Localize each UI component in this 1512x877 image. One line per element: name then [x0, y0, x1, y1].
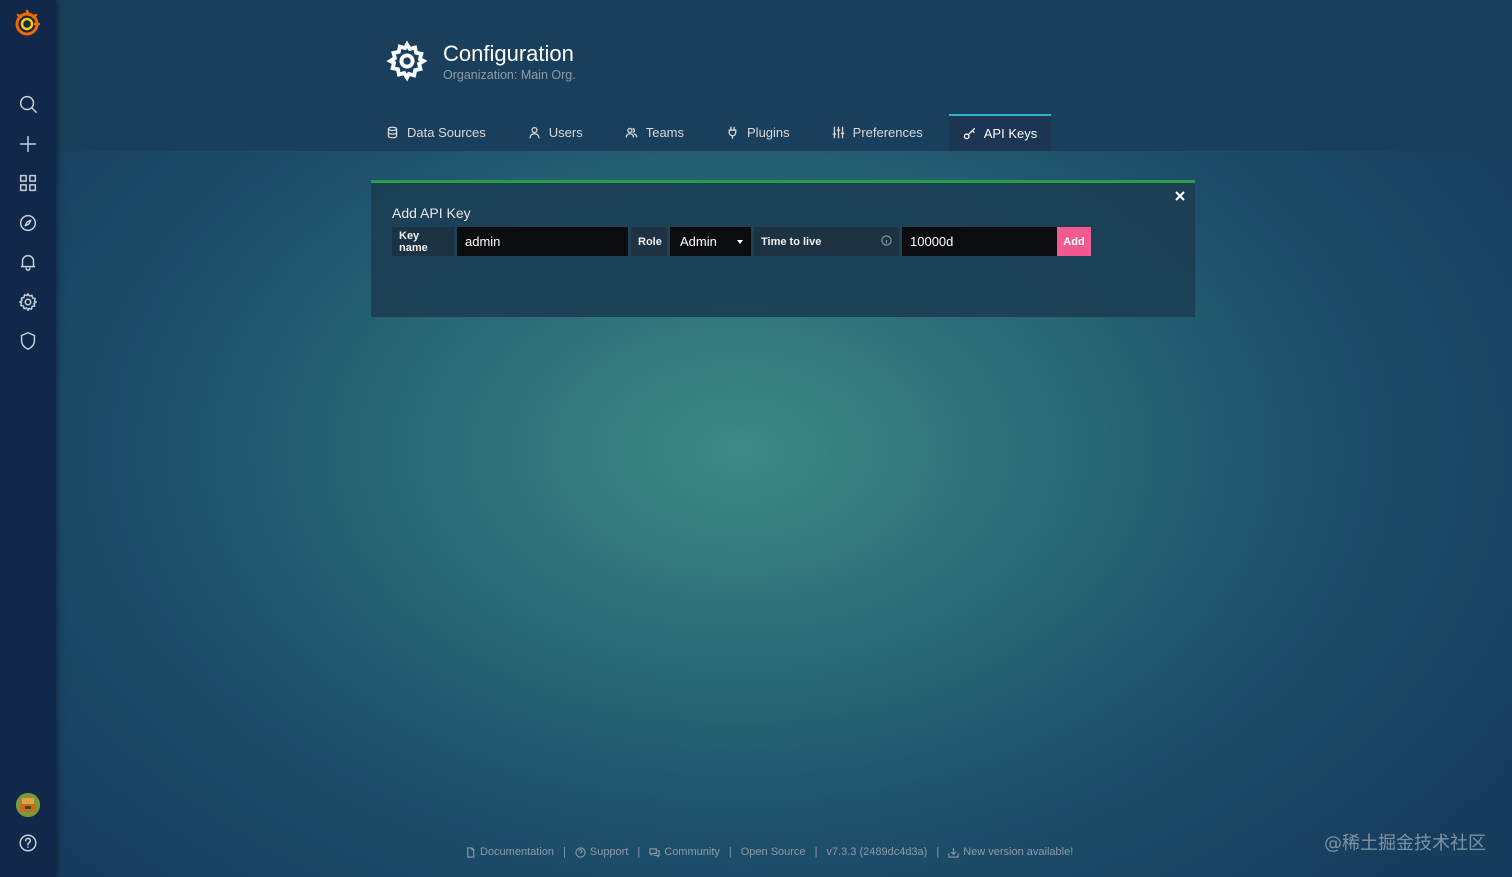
- tab-data-sources[interactable]: Data Sources: [370, 114, 502, 151]
- footer-separator: |: [814, 846, 818, 858]
- tab-users[interactable]: Users: [512, 114, 599, 151]
- gear-icon[interactable]: [14, 288, 42, 316]
- footer-support-link[interactable]: Support: [575, 846, 629, 858]
- plug-icon: [728, 126, 737, 139]
- footer: Documentation | Support | Community | Op…: [465, 846, 1073, 858]
- footer-new-version-link[interactable]: New version available!: [948, 846, 1073, 858]
- role-selected-value: Admin: [680, 234, 717, 249]
- add-api-key-panel: Add API Key Key name admin Role Admin Ti…: [371, 180, 1195, 317]
- tab-label: Teams: [645, 125, 685, 140]
- footer-label: Open Source: [740, 846, 806, 858]
- footer-community-link[interactable]: Community: [649, 846, 720, 858]
- download-icon: [948, 847, 959, 858]
- search-icon[interactable]: [14, 90, 42, 118]
- page-subtitle: Organization: Main Org.: [443, 68, 576, 82]
- watermark: @稀土掘金技术社区: [1324, 833, 1486, 854]
- add-button[interactable]: Add: [1057, 227, 1091, 256]
- info-icon[interactable]: [881, 234, 892, 249]
- avatar[interactable]: [16, 793, 40, 817]
- bell-icon[interactable]: [14, 248, 42, 276]
- tab-label: API Keys: [983, 126, 1038, 141]
- tab-label: Data Sources: [407, 125, 486, 140]
- ttl-label-box: Time to live: [754, 227, 899, 256]
- plus-icon[interactable]: [14, 130, 42, 158]
- footer-separator: |: [637, 846, 641, 858]
- panel-title: Add API Key: [392, 205, 471, 221]
- configuration-gear-icon: [386, 40, 428, 82]
- footer-open-source-link[interactable]: Open Source: [741, 846, 806, 858]
- key-name-label: Key name: [392, 227, 454, 256]
- users-icon: [625, 127, 638, 138]
- config-tabs: Data Sources Users Teams Plugins Prefere…: [370, 114, 1061, 151]
- footer-label: Support: [589, 846, 629, 858]
- tab-api-keys[interactable]: API Keys: [948, 114, 1052, 151]
- caret-down-icon: [737, 239, 743, 244]
- dashboards-icon[interactable]: [14, 169, 42, 197]
- sliders-icon: [832, 126, 845, 139]
- help-icon[interactable]: [14, 829, 42, 857]
- tab-preferences[interactable]: Preferences: [816, 114, 939, 151]
- grafana-logo-icon[interactable]: [12, 8, 42, 38]
- tab-label: Users: [548, 125, 583, 140]
- tab-teams[interactable]: Teams: [609, 114, 700, 151]
- footer-version: v7.3.3 (2489dc4d3a): [826, 846, 927, 858]
- question-circle-icon: [575, 846, 586, 858]
- footer-label: Documentation: [480, 846, 554, 858]
- role-label: Role: [631, 227, 667, 256]
- footer-documentation-link[interactable]: Documentation: [465, 846, 554, 858]
- page-title: Configuration: [443, 41, 574, 66]
- tab-plugins[interactable]: Plugins: [710, 114, 806, 151]
- key-icon: [963, 127, 975, 140]
- explore-icon[interactable]: [14, 209, 42, 237]
- tab-label: Plugins: [747, 125, 790, 140]
- document-icon: [467, 846, 475, 858]
- sidebar: [0, 0, 56, 877]
- ttl-input[interactable]: 10000d: [902, 227, 1057, 256]
- footer-label: v7.3.3 (2489dc4d3a): [826, 846, 928, 858]
- database-icon: [387, 126, 398, 139]
- add-api-key-form: Key name admin Role Admin Time to live 1…: [392, 227, 1091, 256]
- close-icon[interactable]: [1173, 189, 1187, 203]
- footer-separator: |: [563, 846, 566, 858]
- ttl-label: Time to live: [761, 235, 822, 248]
- footer-label: New version available!: [963, 846, 1074, 858]
- key-name-input[interactable]: admin: [457, 227, 628, 256]
- page-header: Configuration Organization: Main Org. Da…: [56, 0, 1512, 151]
- tab-label: Preferences: [852, 125, 923, 140]
- comments-icon: [649, 847, 660, 858]
- footer-label: Community: [664, 846, 720, 858]
- role-select[interactable]: Admin: [670, 227, 751, 256]
- shield-icon[interactable]: [14, 327, 42, 355]
- user-icon: [529, 126, 540, 139]
- footer-separator: |: [728, 846, 732, 858]
- footer-separator: |: [936, 846, 940, 858]
